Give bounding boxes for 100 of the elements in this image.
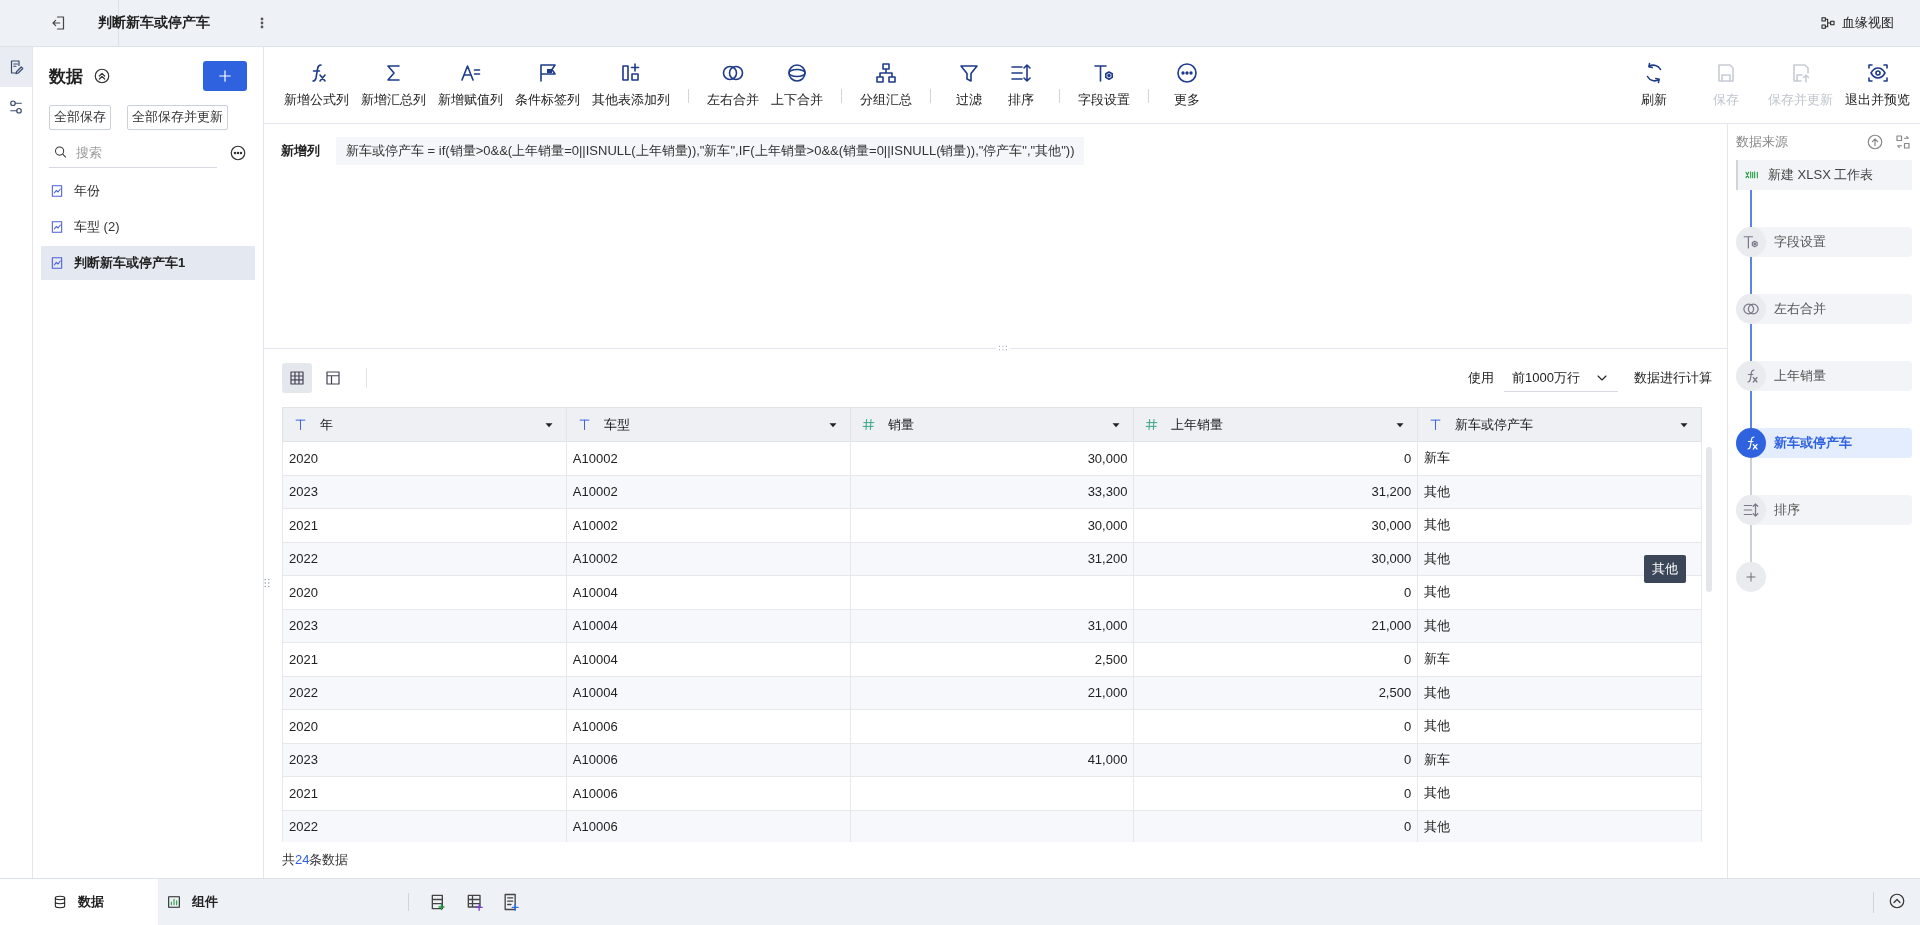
table-cell: A10004 <box>566 575 851 609</box>
table-cell: 2022 <box>282 542 567 576</box>
more-icon <box>229 144 247 162</box>
table-cell: 2021 <box>282 508 567 542</box>
table-cell: 新车 <box>1417 743 1702 777</box>
flow-step[interactable]: 新建 XLSX 工作表 <box>1736 160 1912 190</box>
table-cell: A10004 <box>566 609 851 643</box>
row-limit-label: 数据进行计算 <box>1634 369 1712 387</box>
toolbar-button[interactable]: 更多 <box>1161 61 1213 109</box>
toolbar-button[interactable]: 新增汇总列 <box>355 61 432 109</box>
layout-icon <box>324 369 342 387</box>
chart-document-icon <box>49 219 65 235</box>
dataset-item[interactable]: 年份 <box>41 174 255 208</box>
toolbar-button[interactable]: 过滤 <box>943 61 995 109</box>
view-toggle[interactable] <box>282 363 312 393</box>
table-cell: A10002 <box>566 542 851 576</box>
table-cell: 30,000 <box>1133 508 1418 542</box>
upload-icon <box>1866 133 1884 151</box>
toolbar-button[interactable]: 排序 <box>995 61 1047 109</box>
add-grid-icon <box>465 892 485 912</box>
panel-title: 数据 <box>49 65 83 88</box>
table-cell: 31,000 <box>850 609 1134 643</box>
flow-step[interactable]: 上年销量 <box>1736 361 1912 391</box>
formula-text[interactable]: 新车或停产车 = if(销量>0&&(上年销量=0||ISNULL(上年销量)),"新车",IF(上年销量>0&&(销量=0||ISNULL(销量)),"停产车","其他")) <box>336 137 1085 165</box>
hierarchy-icon <box>874 61 898 85</box>
table-cell: A10006 <box>566 743 851 777</box>
chart-document-icon <box>49 183 65 199</box>
tooltip: 其他 <box>1644 555 1686 583</box>
flow-step[interactable]: 字段设置 <box>1736 227 1912 257</box>
toolbar-button[interactable]: 刷新 <box>1618 61 1690 109</box>
eye-icon <box>1865 61 1890 85</box>
table-cell: 其他 <box>1417 676 1702 710</box>
table-cell: 其他 <box>1417 475 1702 509</box>
table-cell: 21,000 <box>1133 609 1418 643</box>
save-button[interactable]: 全部保存并更新 <box>127 105 228 130</box>
expand-icon <box>1888 891 1906 910</box>
toolbar-button[interactable]: 字段设置 <box>1072 61 1136 109</box>
table-cell: 2020 <box>282 441 567 475</box>
plus-icon <box>216 67 234 85</box>
table-cell: 2,500 <box>1133 676 1418 710</box>
hash-icon <box>860 417 876 432</box>
table-cell: 2023 <box>282 475 567 509</box>
lineage-icon <box>1820 15 1836 31</box>
table-cell: 0 <box>1133 743 1418 777</box>
toolbar-button[interactable]: 分组汇总 <box>854 61 918 109</box>
table-cell: A10002 <box>566 475 851 509</box>
text-settings-icon <box>1742 233 1760 251</box>
dataset-item[interactable]: 车型 (2) <box>41 210 255 244</box>
flow-step[interactable]: 排序 <box>1736 495 1912 525</box>
table-cell: A10006 <box>566 776 851 810</box>
lineage-view-button[interactable]: 血缘视图 <box>1814 13 1900 33</box>
flow-step[interactable]: 新车或停产车 <box>1736 428 1912 458</box>
table-cell: 2023 <box>282 743 567 777</box>
table-cell: 新车 <box>1417 441 1702 475</box>
table-cell: 2021 <box>282 642 567 676</box>
sort-icon <box>1009 61 1033 85</box>
dataset-item[interactable]: 判断新车或停产车1 <box>41 246 255 280</box>
toolbar-button[interactable]: 上下合并 <box>765 61 829 109</box>
table-cell: 2,500 <box>850 642 1134 676</box>
flow-step[interactable]: 左右合并 <box>1736 294 1912 324</box>
bottom-tab[interactable]: 组件 <box>158 879 408 925</box>
more-icon <box>1175 61 1199 85</box>
table-cell: 0 <box>1133 709 1418 743</box>
hash-icon <box>1144 417 1160 432</box>
add-step-button[interactable] <box>1736 562 1766 592</box>
document-title: 判断新车或停产车 <box>98 14 210 32</box>
column-header-label: 年 <box>320 415 333 434</box>
table-cell: 2023 <box>282 609 567 643</box>
column-header-label: 销量 <box>887 415 914 434</box>
sort-icon <box>1742 501 1760 519</box>
table-cell: 0 <box>1133 776 1418 810</box>
text-type-icon <box>293 417 308 432</box>
table-cell: 新车 <box>1417 642 1702 676</box>
column-header-label: 上年销量 <box>1171 415 1224 434</box>
row-limit-dropdown[interactable]: 前1000万行 <box>1504 364 1618 392</box>
row-limit-label: 使用 <box>1468 369 1495 387</box>
table-cell: 2021 <box>282 776 567 810</box>
add-button[interactable] <box>203 61 247 91</box>
toolbar-button[interactable]: 新增公式列 <box>278 61 355 109</box>
search-field[interactable]: 搜索 <box>76 138 217 168</box>
grid-icon <box>288 369 306 387</box>
table-cell: A10004 <box>566 642 851 676</box>
table-cell: 31,200 <box>850 542 1134 576</box>
chart-icon <box>166 894 182 910</box>
toolbar-button[interactable]: 其他表添加列 <box>586 61 676 109</box>
save-button[interactable]: 全部保存 <box>49 105 111 130</box>
scrollbar[interactable] <box>1706 447 1712 592</box>
column-header-label: 新车或停产车 <box>1455 415 1534 434</box>
toolbar-button[interactable]: 左右合并 <box>701 61 765 109</box>
collapse-icon <box>93 67 111 85</box>
toolbar-button[interactable]: 退出并预览 <box>1839 61 1916 109</box>
bottom-tab[interactable]: 数据 <box>0 879 158 925</box>
toolbar-button[interactable]: 条件标签列 <box>509 61 586 109</box>
table-cell: 0 <box>1133 575 1418 609</box>
plus-icon <box>1744 570 1758 584</box>
toolbar-button[interactable]: 新增赋值列 <box>432 61 509 109</box>
table-cell: 其他 <box>1417 776 1702 810</box>
column-header-label: 车型 <box>603 415 630 434</box>
table-cell: 其他 <box>1417 508 1702 542</box>
panel-title: 数据来源 <box>1736 133 1789 151</box>
